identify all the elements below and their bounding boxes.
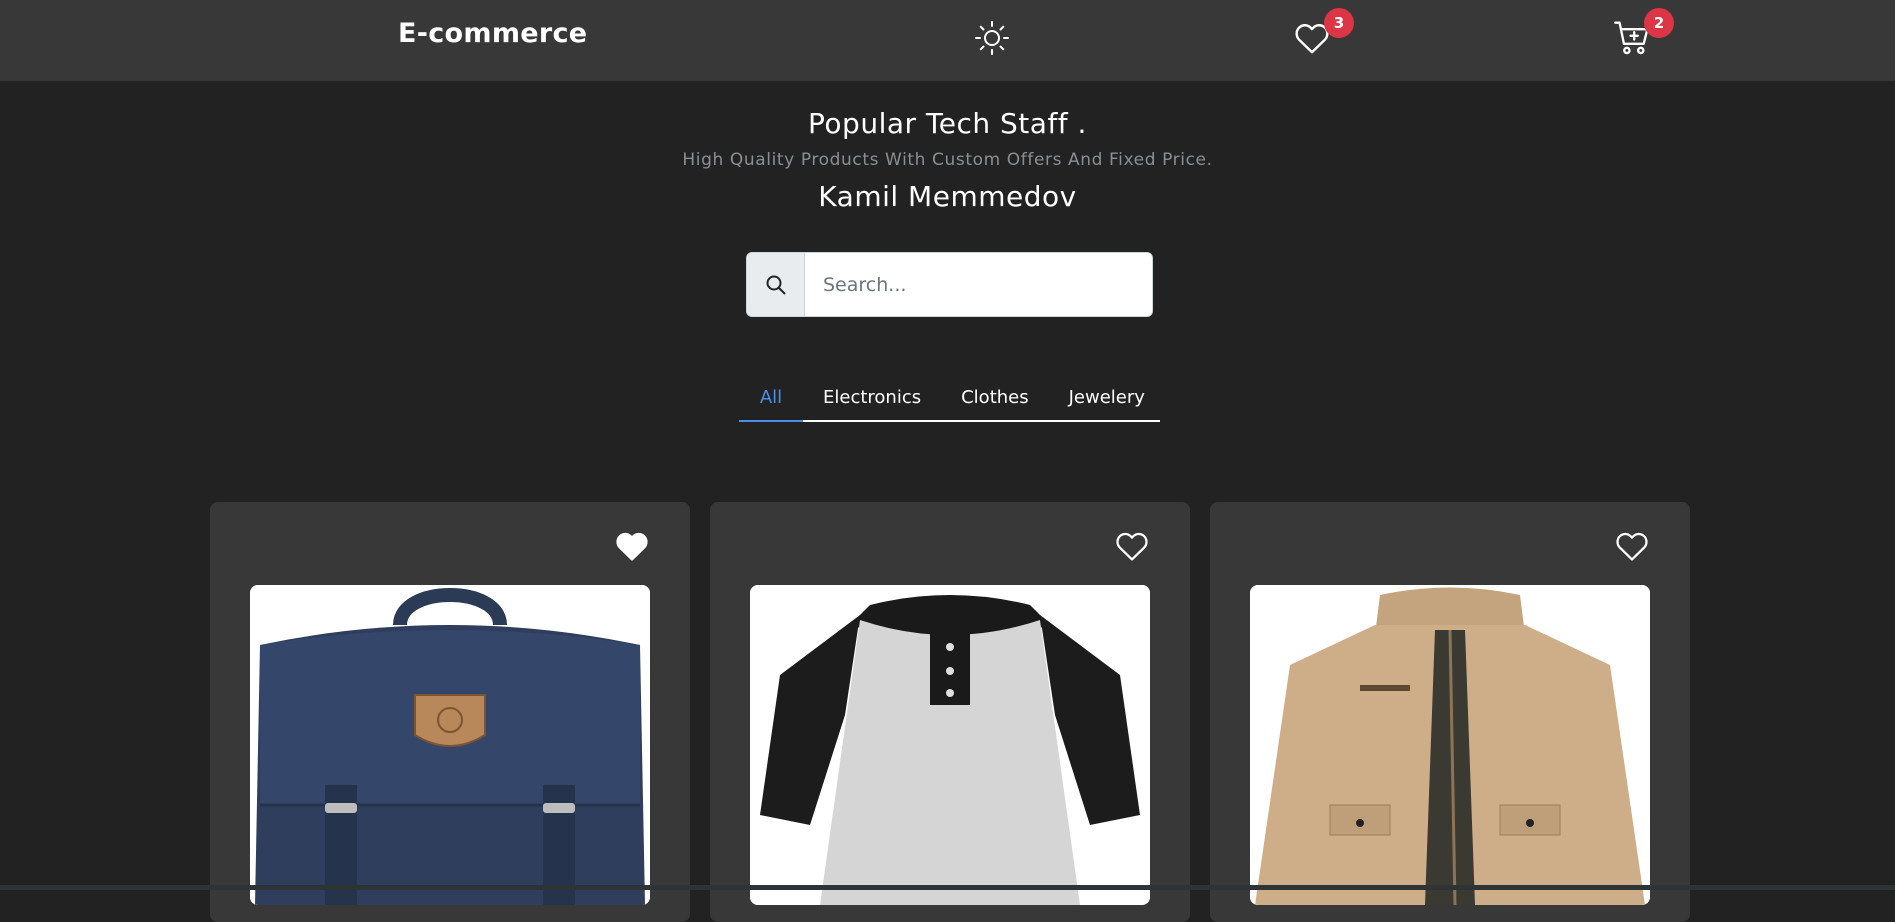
tab-jewelery[interactable]: Jewelery <box>1069 383 1145 422</box>
tab-electronics[interactable]: Electronics <box>823 383 921 422</box>
search-button[interactable] <box>747 253 805 316</box>
product-card[interactable] <box>710 502 1190 922</box>
product-card[interactable] <box>1210 502 1690 922</box>
tab-clothes[interactable]: Clothes <box>961 383 1029 422</box>
product-card[interactable] <box>210 502 690 922</box>
favorite-button[interactable] <box>1114 528 1150 564</box>
favorite-button[interactable] <box>1614 528 1650 564</box>
brand-logo[interactable]: E-commerce <box>398 18 587 49</box>
page-subtitle: High Quality Products With Custom Offers… <box>682 150 1213 170</box>
wishlist-button[interactable]: 3 <box>1292 8 1354 58</box>
search-bar <box>746 252 1153 317</box>
search-icon <box>766 275 785 294</box>
sun-icon <box>975 21 1009 55</box>
bottom-edge <box>0 885 1895 890</box>
cart-button[interactable]: 2 <box>1612 8 1674 58</box>
cart-count-badge: 2 <box>1644 8 1674 38</box>
favorite-button[interactable] <box>614 528 650 564</box>
wishlist-count-badge: 3 <box>1324 8 1354 38</box>
search-input[interactable] <box>805 253 1152 316</box>
top-navbar: E-commerce 3 2 <box>0 0 1895 81</box>
page-title: Popular Tech Staff . <box>808 107 1087 140</box>
product-image-backpack[interactable] <box>250 585 650 905</box>
category-tabs: All Electronics Clothes Jewelery <box>739 383 1160 422</box>
heart-icon <box>1616 532 1648 561</box>
author-name: Kamil Memmedov <box>818 180 1077 213</box>
product-image-tshirt[interactable] <box>750 585 1150 905</box>
heart-filled-icon <box>616 532 648 561</box>
theme-toggle-button[interactable] <box>972 18 1012 58</box>
tab-all[interactable]: All <box>739 383 803 422</box>
heart-icon <box>1116 532 1148 561</box>
product-image-jacket[interactable] <box>1250 585 1650 905</box>
